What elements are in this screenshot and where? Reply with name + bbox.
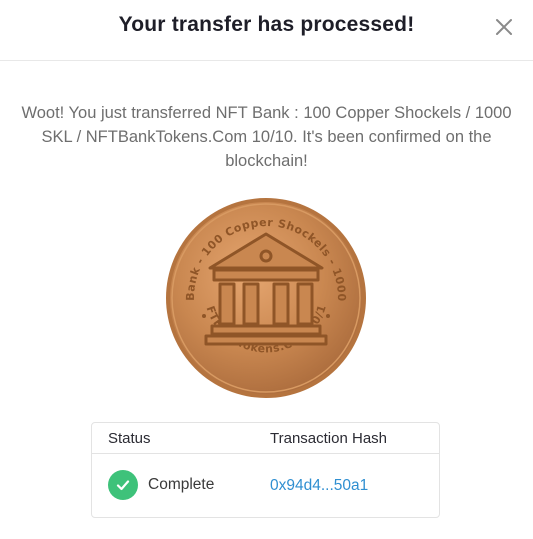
status-header: Status — [108, 430, 151, 447]
confirmation-message: Woot! You just transferred NFT Bank : 10… — [21, 104, 512, 170]
transfer-modal: Your transfer has processed! Woot! You j… — [0, 0, 533, 539]
status-badge — [108, 470, 138, 500]
transaction-hash-link[interactable]: 0x94d4...50a1 — [270, 477, 368, 495]
close-icon — [496, 19, 512, 35]
check-icon — [116, 480, 130, 491]
status-cell: Complete — [108, 470, 214, 500]
transaction-table: Status Transaction Hash Complete 0x94d4.… — [91, 422, 440, 518]
modal-header: Your transfer has processed! — [0, 0, 533, 61]
nft-coin-image: NFT Bank - 100 Copper Shockels - 1000 SK… — [159, 186, 368, 400]
close-button[interactable] — [492, 15, 516, 39]
status-text: Complete — [148, 476, 215, 493]
table-header: Status Transaction Hash — [92, 423, 439, 454]
copper-coin-graphic: NFT Bank - 100 Copper Shockels - 1000 SK… — [159, 186, 366, 398]
hash-header: Transaction Hash — [270, 430, 387, 447]
modal-title: Your transfer has processed! — [118, 13, 415, 36]
